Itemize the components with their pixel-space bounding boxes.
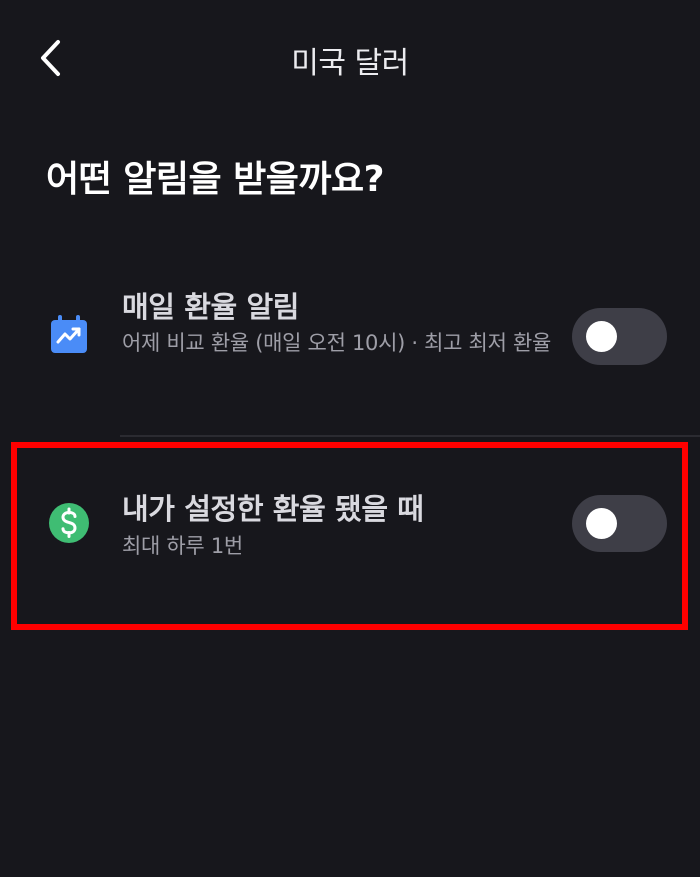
calendar-chart-icon: [51, 315, 87, 353]
page-title: 미국 달러: [291, 46, 409, 81]
target-rate-alert-toggle[interactable]: [572, 495, 667, 552]
toggle-knob: [586, 321, 617, 352]
option-description: 어제 비교 환율 (매일 오전 10시) · 최고 최저 환율: [122, 331, 551, 355]
question-heading: 어떤 알림을 받을까요?: [46, 159, 385, 200]
daily-alert-toggle[interactable]: [572, 308, 667, 365]
toggle-knob: [586, 508, 617, 539]
target-rate-alert-option[interactable]: 내가 설정한 환율 됐을 때 최대 하루 1번: [0, 460, 700, 600]
option-description: 최대 하루 1번: [122, 534, 243, 558]
option-title: 내가 설정한 환율 됐을 때: [122, 492, 424, 526]
option-title: 매일 환율 알림: [122, 290, 300, 324]
dollar-circle-icon: [49, 503, 89, 543]
divider: [120, 435, 700, 437]
daily-rate-alert-option[interactable]: 매일 환율 알림 어제 비교 환율 (매일 오전 10시) · 최고 최저 환율: [0, 270, 700, 430]
top-bar: 미국 달러: [0, 0, 700, 120]
